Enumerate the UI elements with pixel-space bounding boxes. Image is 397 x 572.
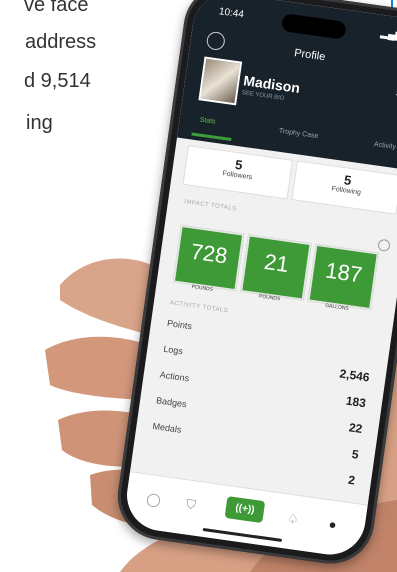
stat-value: 183 xyxy=(345,393,367,411)
impact-tile[interactable]: 187 xyxy=(307,243,379,311)
bell-icon[interactable]: ♤ xyxy=(286,511,300,528)
home-indicator xyxy=(202,527,283,542)
stat-value: 2 xyxy=(347,472,356,488)
profile-icon[interactable]: ● xyxy=(328,516,338,532)
info-icon[interactable] xyxy=(377,238,391,253)
chat-icon[interactable]: ◯ xyxy=(145,491,162,509)
tab-trophy-case[interactable]: Trophy Case xyxy=(278,128,318,140)
impact-value: 187 xyxy=(323,257,364,288)
signal-wifi-battery-icon: ▂▄▆ ◈ xyxy=(379,27,397,43)
stat-value: 22 xyxy=(348,420,364,437)
impact-tile[interactable]: 21 xyxy=(240,234,312,301)
status-time: 10:44 xyxy=(218,6,245,21)
tab-stats[interactable]: Stats xyxy=(199,116,216,125)
following-card[interactable]: 5 Following xyxy=(291,160,397,215)
avatar[interactable] xyxy=(198,56,243,106)
impact-section-label: IMPACT TOTALS xyxy=(183,199,237,213)
activity-section-label: ACTIVITY TOTALS xyxy=(169,300,229,315)
stat-value: 2,546 xyxy=(338,366,371,385)
stat-label: Actions xyxy=(159,369,190,384)
profile-header: 10:44 ▂▄▆ ◈ Profile ⚙ Madison SEE YOUR B… xyxy=(177,0,397,171)
impact-value: 728 xyxy=(189,238,230,269)
gear-icon[interactable]: ⚙ xyxy=(394,83,397,105)
active-tab-indicator xyxy=(191,132,232,142)
tab-activity[interactable]: Activity xyxy=(373,141,396,151)
impact-tile[interactable]: 728 xyxy=(172,224,245,292)
log-action-button[interactable]: ((+)) xyxy=(224,496,266,524)
impact-value: 21 xyxy=(262,248,291,278)
stat-label: Points xyxy=(166,317,193,332)
followers-card[interactable]: 5 Followers xyxy=(182,145,294,200)
dynamic-island xyxy=(280,13,347,40)
stat-label: Badges xyxy=(155,395,188,410)
shield-icon[interactable]: ⛉ xyxy=(185,496,197,513)
stat-label: Medals xyxy=(151,420,183,435)
stat-label: Logs xyxy=(162,343,184,357)
stat-value: 5 xyxy=(351,446,360,462)
